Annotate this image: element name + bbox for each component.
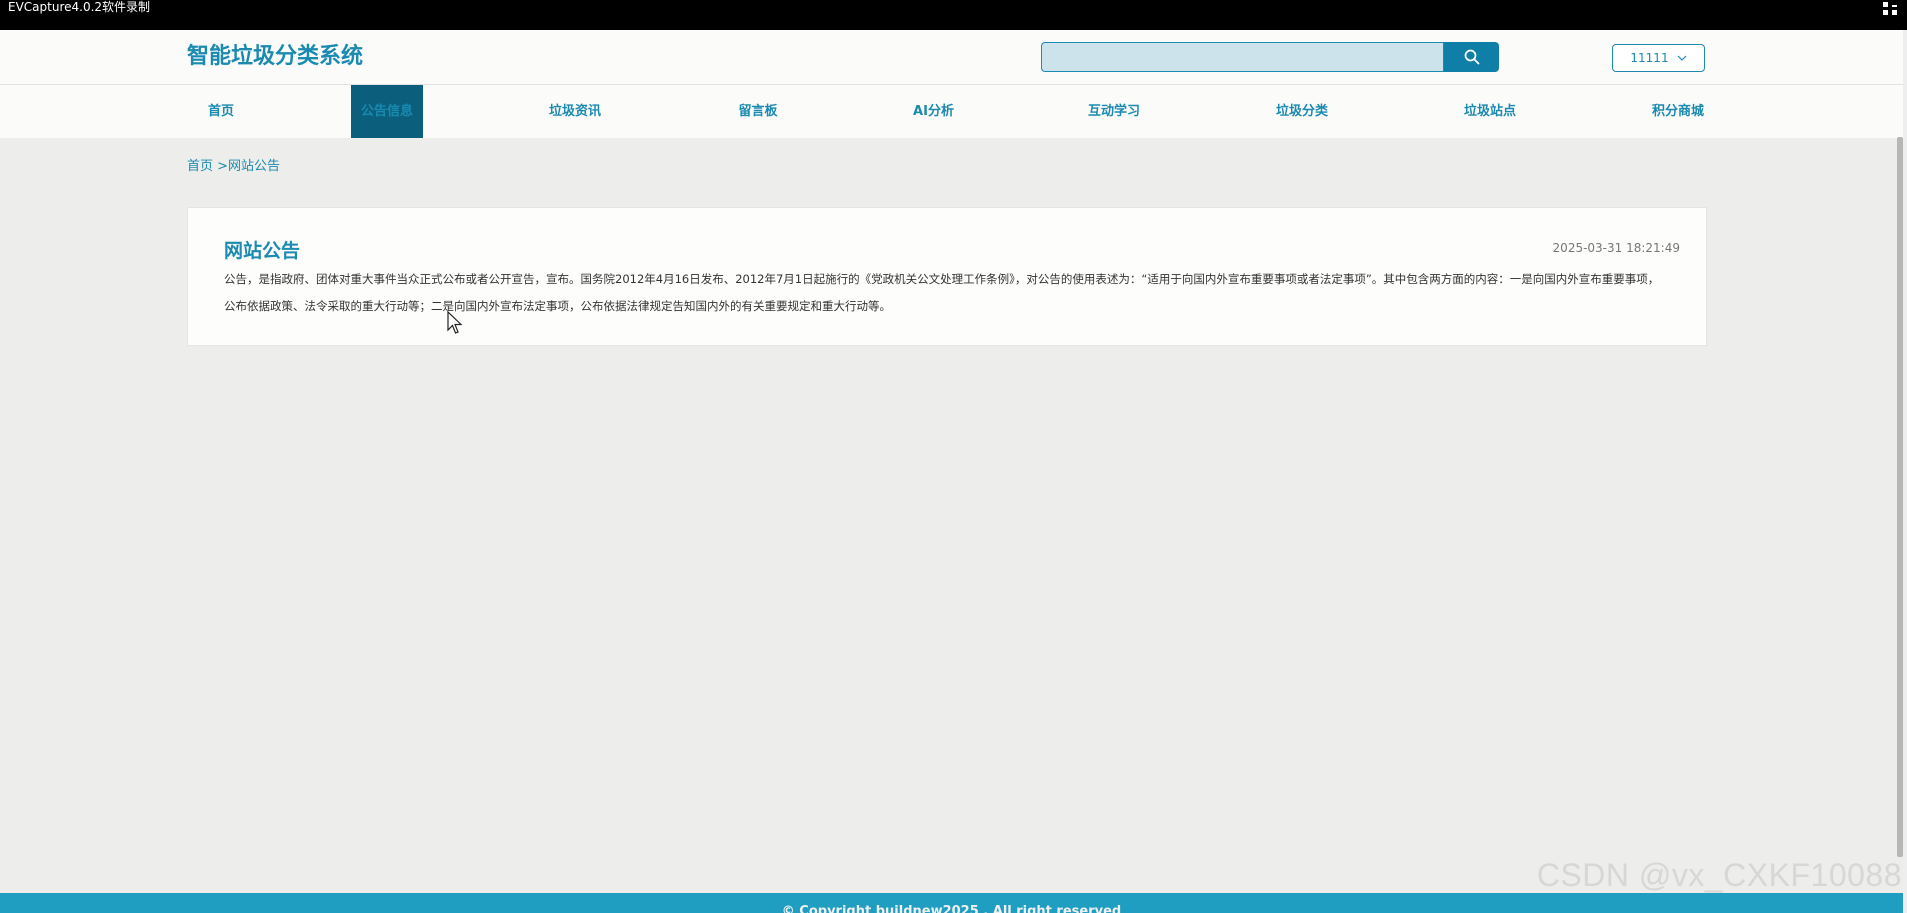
- notice-title: 网站公告: [224, 240, 301, 262]
- nav-item-ai-analysis[interactable]: AI分析: [906, 85, 961, 138]
- recorder-grid-icon[interactable]: [1883, 2, 1899, 16]
- scrollbar-track[interactable]: [1903, 30, 1907, 913]
- notice-date: 2025-03-31 18:21:49: [1552, 241, 1680, 255]
- search-button[interactable]: [1444, 42, 1499, 72]
- notice-card: 网站公告 2025-03-31 18:21:49 公告，是指政府、团体对重大事件…: [187, 207, 1707, 346]
- breadcrumb-home[interactable]: 首页: [187, 159, 213, 174]
- footer-copyright: © Copyright buildnew2025 . All right res…: [781, 904, 1122, 913]
- scrollbar-thumb[interactable]: [1897, 137, 1903, 857]
- watermark: CSDN @vx_CXKF10088: [1536, 857, 1902, 893]
- user-name: 11111: [1630, 51, 1669, 65]
- search-icon: [1464, 49, 1479, 65]
- search-input[interactable]: [1041, 42, 1444, 72]
- nav-item-garbage-news[interactable]: 垃圾资讯: [545, 85, 605, 138]
- site-footer: © Copyright buildnew2025 . All right res…: [0, 893, 1903, 913]
- breadcrumb-separator: >: [213, 159, 229, 174]
- nav-item-message-board[interactable]: 留言板: [733, 85, 783, 138]
- recorder-bar: EVCapture4.0.2软件录制: [0, 0, 1907, 30]
- notice-body: 公告，是指政府、团体对重大事件当众正式公布或者公开宣告，宣布。国务院2012年4…: [224, 272, 1660, 313]
- breadcrumb-current: 网站公告: [228, 159, 281, 174]
- main-nav: 首页 公告信息 垃圾资讯 留言板 AI分析 互动学习 垃圾分类 垃圾站点 积分商…: [0, 85, 1903, 138]
- nav-item-garbage-stations[interactable]: 垃圾站点: [1460, 85, 1520, 138]
- recorder-title: EVCapture4.0.2软件录制: [8, 0, 151, 14]
- nav-item-home[interactable]: 首页: [196, 85, 246, 138]
- nav-item-interactive-learning[interactable]: 互动学习: [1084, 85, 1144, 138]
- mouse-cursor-icon: [447, 311, 463, 334]
- nav-item-announcements[interactable]: 公告信息: [351, 85, 423, 138]
- chevron-down-icon: [1677, 55, 1687, 61]
- breadcrumb: 首页 >网站公告: [187, 155, 280, 174]
- site-title[interactable]: 智能垃圾分类系统: [187, 42, 363, 72]
- nav-item-points-mall[interactable]: 积分商城: [1648, 85, 1708, 138]
- nav-item-garbage-classification[interactable]: 垃圾分类: [1272, 85, 1332, 138]
- site-header: 智能垃圾分类系统 11111: [0, 30, 1903, 85]
- user-menu-button[interactable]: 11111: [1612, 44, 1705, 72]
